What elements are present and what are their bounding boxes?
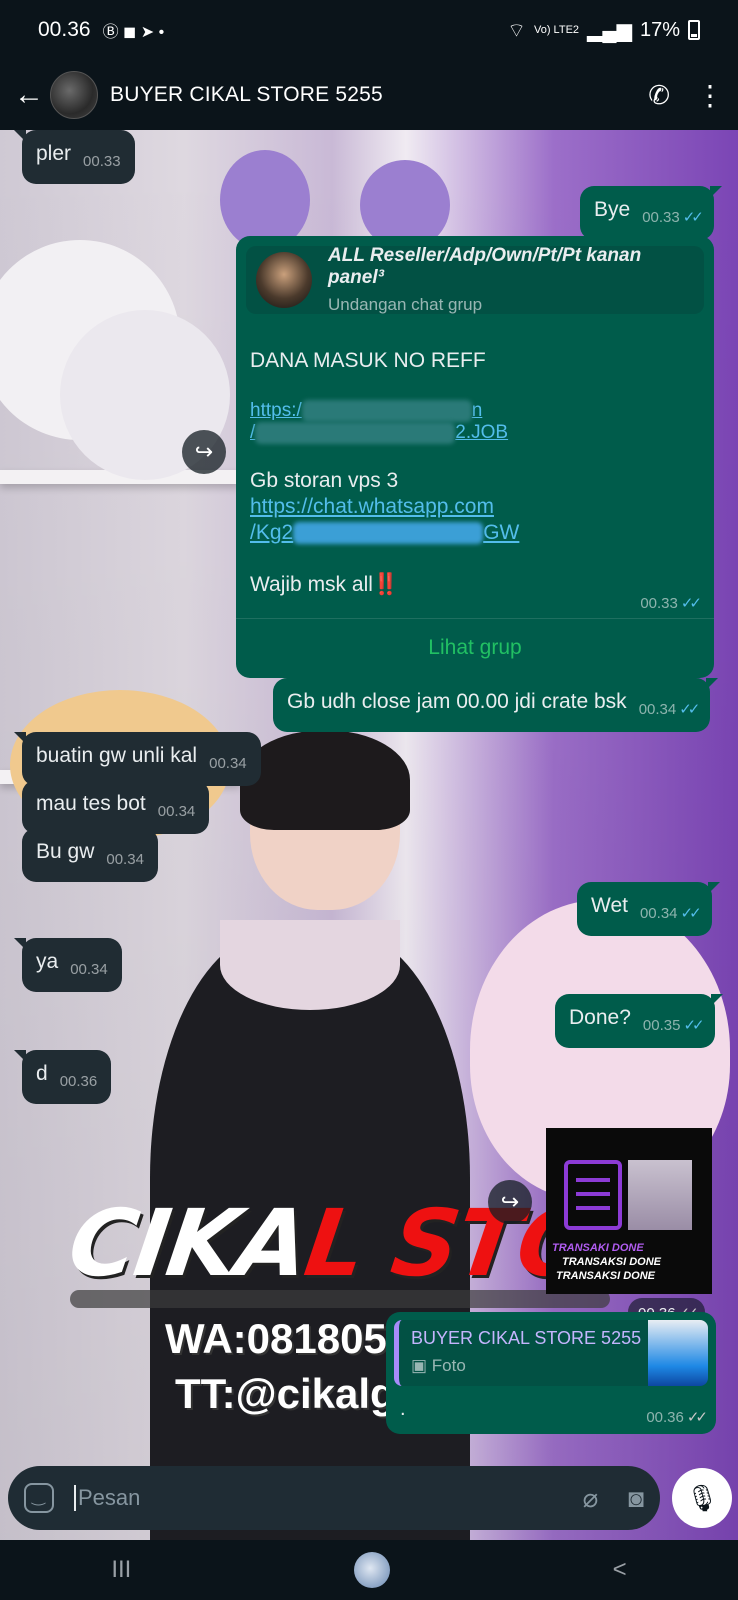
- battery-percent: 17%: [639, 18, 680, 41]
- view-group-button[interactable]: Lihat grup: [236, 618, 714, 678]
- message-input[interactable]: Pesan: [74, 1485, 140, 1511]
- message-time: 00.34: [209, 755, 247, 772]
- message-text: Bu gw: [36, 840, 95, 863]
- quoted-message[interactable]: BUYER CIKAL STORE 5255 ▣ Foto: [394, 1320, 708, 1386]
- message-text: Bye: [594, 198, 631, 221]
- mic-button[interactable]: 🎙: [672, 1468, 732, 1528]
- home-button[interactable]: [354, 1552, 390, 1588]
- message-line: Gb storan vps 3: [250, 469, 399, 492]
- message-incoming[interactable]: Bu gw 00.34: [22, 828, 158, 882]
- message-text: ya: [36, 950, 59, 973]
- quoted-sender: BUYER CIKAL STORE 5255: [411, 1328, 642, 1348]
- add-call-icon[interactable]: ✆: [648, 80, 670, 111]
- message-time: 00.34: [639, 905, 678, 922]
- system-nav-bar: III <: [0, 1540, 738, 1600]
- message-time: 00.33: [642, 209, 680, 226]
- paperclip-icon[interactable]: ⌀: [583, 1483, 599, 1514]
- group-name: ALL Reseller/Adp/Own/Pt/Pt kanan panel³: [328, 245, 642, 288]
- message-outgoing[interactable]: Gb udh close jam 00.00 jdi crate bsk 00.3…: [273, 678, 719, 732]
- wifi-icon: ⌔: [507, 19, 526, 42]
- read-ticks-icon: ✓✓: [683, 1017, 704, 1034]
- sticker-icon[interactable]: [24, 1483, 54, 1513]
- wallpaper-tiktok: TT:@cikalg: [175, 1370, 396, 1417]
- message-time: 00.33 ✓✓: [640, 595, 702, 612]
- message-text: Done?: [569, 1006, 631, 1029]
- message-text: Wet: [591, 894, 628, 917]
- message-text: .: [400, 1398, 406, 1420]
- reply-message[interactable]: BUYER CIKAL STORE 5255 ▣ Foto . 00.36 ✓✓: [386, 1312, 716, 1434]
- chat-area[interactable]: CIKAL STOR WA:081805 TT:@cikalg pler 00.3…: [0, 130, 738, 1540]
- recent-apps-button[interactable]: III: [111, 1556, 131, 1584]
- message-text: mau tes bot: [36, 792, 146, 815]
- message-time: 00.36✓✓: [646, 1409, 708, 1426]
- wallpaper-plush: [220, 150, 310, 250]
- chat-header: ← BUYER CIKAL STORE 5255 ✆ ⋮: [0, 60, 738, 130]
- message-incoming[interactable]: pler 00.33: [14, 130, 135, 184]
- message-text: buatin gw unli kal: [36, 744, 198, 767]
- group-avatar: [256, 252, 312, 308]
- photo-icon: ▣: [411, 1356, 432, 1375]
- read-ticks-icon: ✓✓: [679, 701, 700, 718]
- image-text: TRANSAKSI DONE: [562, 1256, 662, 1268]
- quoted-type: ▣ Foto: [411, 1356, 466, 1375]
- message-line: Wajib msk all‼️: [250, 573, 400, 596]
- group-invite-card[interactable]: ALL Reseller/Adp/Own/Pt/Pt kanan panel³ …: [246, 245, 704, 314]
- read-ticks-icon: ✓✓: [682, 209, 704, 226]
- group-link-blurred[interactable]: /Kg2 GW: [250, 520, 519, 546]
- message-time: 00.35: [642, 1017, 681, 1034]
- message-time: 00.34: [70, 961, 108, 978]
- more-menu-icon[interactable]: ⋮: [696, 79, 724, 112]
- forward-icon[interactable]: ↪: [182, 430, 226, 474]
- back-button[interactable]: <: [613, 1556, 627, 1584]
- message-outgoing[interactable]: Done? 00.35 ✓✓: [555, 994, 723, 1048]
- message-incoming[interactable]: mau tes bot 00.34: [22, 780, 210, 834]
- signal-icon: ▂▄▆: [587, 19, 632, 42]
- group-link[interactable]: https://chat.whatsapp.com: [250, 494, 519, 520]
- blurred-link[interactable]: /2.JOB: [250, 422, 519, 444]
- message-time: 00.34: [157, 803, 196, 820]
- status-time: 00.36: [38, 18, 91, 41]
- invite-message-body: DANA MASUK NO REFF https:/n /2.JOB Gb st…: [250, 348, 519, 598]
- message-incoming[interactable]: buatin gw unli kal 00.34: [14, 732, 261, 786]
- group-invite-subtitle: Undangan chat grup: [328, 295, 483, 314]
- message-line: DANA MASUK NO REFF: [250, 349, 486, 372]
- sent-ticks-icon: ✓✓: [686, 1409, 708, 1426]
- contact-avatar[interactable]: [50, 71, 98, 119]
- read-ticks-icon: ✓✓: [680, 905, 702, 922]
- read-ticks-icon: ✓✓: [680, 595, 702, 612]
- camera-icon[interactable]: ◙: [628, 1483, 644, 1514]
- wallpaper-wa-number: WA:081805: [165, 1315, 387, 1362]
- message-text: pler: [36, 142, 72, 165]
- message-text: d: [36, 1062, 48, 1085]
- message-time: 00.33: [83, 153, 121, 170]
- message-time: 00.34: [638, 701, 677, 718]
- network-label: Vo) LTE2: [533, 23, 580, 36]
- chat-title[interactable]: BUYER CIKAL STORE 5255: [110, 83, 383, 107]
- clipboard-icon: [564, 1160, 622, 1230]
- status-bar: 00.36 Ⓑ ◼ ➤ • ⌔ Vo) LTE2 ▂▄▆ 17%: [0, 0, 738, 60]
- mic-icon: 🎙: [685, 1482, 719, 1513]
- group-invite-message[interactable]: ALL Reseller/Adp/Own/Pt/Pt kanan panel³ …: [236, 236, 714, 678]
- message-time: 00.34: [106, 851, 144, 868]
- message-incoming[interactable]: d 00.36: [13, 1050, 112, 1104]
- forward-icon[interactable]: ↪: [488, 1180, 532, 1224]
- image-text: TRANSAKI DONE: [552, 1242, 644, 1254]
- message-outgoing[interactable]: Bye 00.33 ✓✓: [580, 186, 722, 240]
- back-arrow-icon[interactable]: ←: [14, 78, 44, 112]
- message-input-bar: Pesan ⌀ ◙: [8, 1466, 660, 1530]
- battery-icon: [688, 20, 700, 40]
- image-message[interactable]: TRANSAKI DONE TRANSAKSI DONE TRANSAKSI D…: [546, 1128, 712, 1294]
- image-thumbnail: [628, 1160, 692, 1230]
- quoted-thumbnail: [648, 1320, 708, 1386]
- message-time: 00.36: [59, 1073, 98, 1090]
- message-text: Gb udh close jam 00.00 jdi crate bsk: [287, 690, 627, 713]
- image-text: TRANSAKSI DONE: [556, 1270, 656, 1282]
- message-incoming[interactable]: ya 00.34: [14, 938, 122, 992]
- blurred-link[interactable]: https:/n: [250, 400, 519, 422]
- notification-icons: Ⓑ ◼ ➤ •: [102, 24, 165, 41]
- message-outgoing[interactable]: Wet 00.34 ✓✓: [577, 882, 720, 936]
